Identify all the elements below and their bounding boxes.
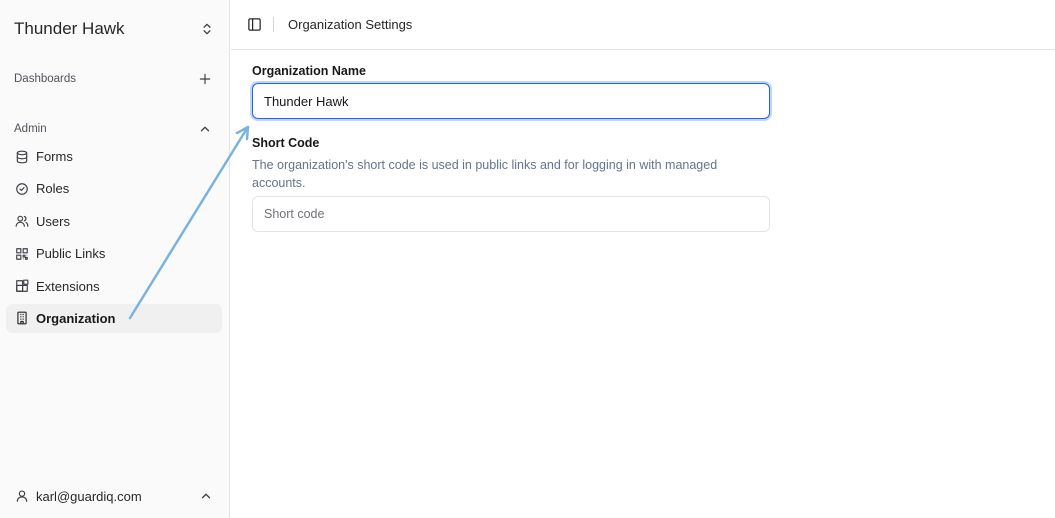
- panel-left-icon: [247, 18, 261, 31]
- sidebar: Thunder Hawk Dashboards Admin Forms Role…: [0, 0, 230, 518]
- check-circle-icon: [15, 182, 29, 196]
- chevron-up-icon: [200, 126, 210, 132]
- sidebar-item-organization[interactable]: Organization: [6, 303, 222, 333]
- org-switcher[interactable]: Thunder Hawk: [6, 12, 222, 46]
- admin-nav: Forms Roles Users Public Links Extension…: [6, 142, 222, 336]
- user-icon: [15, 489, 29, 503]
- short-code-label: Short Code: [252, 136, 320, 150]
- short-code-input[interactable]: [252, 196, 770, 232]
- sidebar-item-label: Extensions: [36, 278, 100, 294]
- plus-icon: [199, 73, 211, 85]
- add-dashboard-button[interactable]: [196, 70, 214, 88]
- sidebar-item-forms[interactable]: Forms: [6, 142, 222, 171]
- user-email: karl@guardiq.com: [36, 488, 142, 504]
- sidebar-item-label: Users: [36, 213, 70, 229]
- sidebar-item-public-links[interactable]: Public Links: [6, 239, 222, 268]
- short-code-help-text: The organization's short code is used in…: [252, 158, 718, 190]
- group-dashboards: Dashboards: [6, 67, 222, 91]
- sidebar-item-label: Public Links: [36, 246, 106, 262]
- topbar-divider: [273, 17, 274, 32]
- qr-code-icon: [15, 247, 29, 261]
- sidebar-item-extensions[interactable]: Extensions: [6, 272, 222, 301]
- sidebar-item-roles[interactable]: Roles: [6, 174, 222, 203]
- toggle-sidebar-button[interactable]: [242, 13, 266, 37]
- collapse-admin-button[interactable]: [196, 120, 214, 138]
- org-name: Thunder Hawk: [14, 19, 125, 38]
- users-icon: [15, 214, 29, 228]
- user-menu[interactable]: karl@guardiq.com: [6, 482, 222, 510]
- database-icon: [15, 150, 29, 164]
- group-dashboards-label: Dashboards: [14, 73, 77, 85]
- group-admin-label: Admin: [14, 123, 47, 135]
- sidebar-item-label: Organization: [36, 310, 116, 326]
- blocks-icon: [15, 279, 29, 293]
- topbar: Organization Settings: [231, 0, 1055, 50]
- sidebar-item-users[interactable]: Users: [6, 207, 222, 236]
- building-icon: [15, 311, 29, 325]
- org-name-input[interactable]: [252, 83, 770, 119]
- org-name-label: Organization Name: [252, 64, 366, 78]
- sidebar-item-label: Roles: [36, 181, 70, 197]
- page-title: Organization Settings: [288, 17, 413, 32]
- group-admin[interactable]: Admin: [6, 117, 222, 141]
- chevrons-up-down-icon: [200, 22, 214, 36]
- sidebar-item-label: Forms: [36, 149, 73, 164]
- chevron-up-icon: [199, 489, 213, 503]
